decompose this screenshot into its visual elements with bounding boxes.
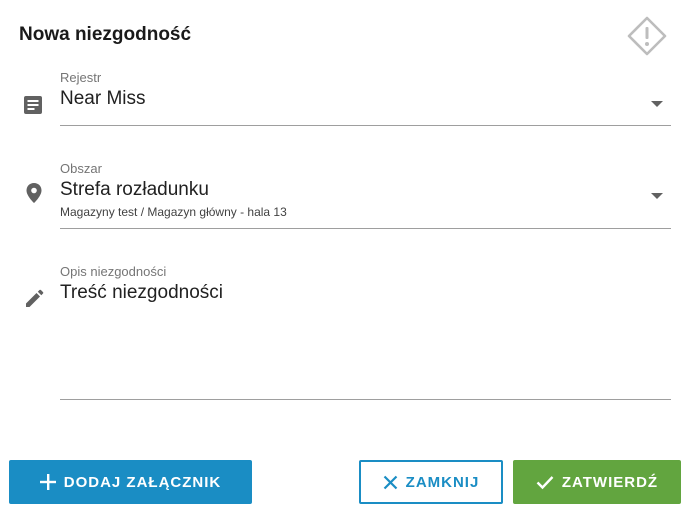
close-button[interactable]: ZAMKNIJ <box>359 460 503 504</box>
dialog-title: Nowa niezgodność <box>19 24 192 45</box>
area-path: Magazyny test / Magazyn główny - hala 13 <box>60 205 287 219</box>
location-pin-icon <box>26 183 42 203</box>
add-attachment-label: DODAJ ZAŁĄCZNIK <box>63 473 222 491</box>
confirm-label: ZATWIERDŹ <box>561 473 659 491</box>
register-select[interactable]: Rejestr Near Miss <box>60 70 671 126</box>
register-underline <box>60 125 671 126</box>
document-lines-icon <box>24 96 42 114</box>
pencil-icon <box>26 289 44 307</box>
close-label: ZAMKNIJ <box>405 473 480 491</box>
add-attachment-button[interactable]: DODAJ ZAŁĄCZNIK <box>9 460 252 504</box>
area-value: Strefa rozładunku <box>60 179 209 200</box>
plus-icon <box>39 474 56 490</box>
description-value: Treść niezgodności <box>60 282 223 303</box>
close-icon <box>383 475 397 489</box>
description-underline <box>60 399 671 400</box>
register-value: Near Miss <box>60 88 146 109</box>
register-label: Rejestr <box>60 70 102 85</box>
description-textarea[interactable]: Opis niezgodności Treść niezgodności <box>60 264 671 400</box>
area-underline <box>60 228 671 229</box>
chevron-down-icon[interactable] <box>651 101 663 107</box>
chevron-down-icon[interactable] <box>651 193 663 199</box>
area-label: Obszar <box>60 161 102 176</box>
check-icon <box>536 475 554 489</box>
area-select[interactable]: Obszar Strefa rozładunku Magazyny test /… <box>60 161 671 229</box>
confirm-button[interactable]: ZATWIERDŹ <box>513 460 681 504</box>
warning-diamond-icon <box>627 16 667 56</box>
description-label: Opis niezgodności <box>60 264 167 279</box>
